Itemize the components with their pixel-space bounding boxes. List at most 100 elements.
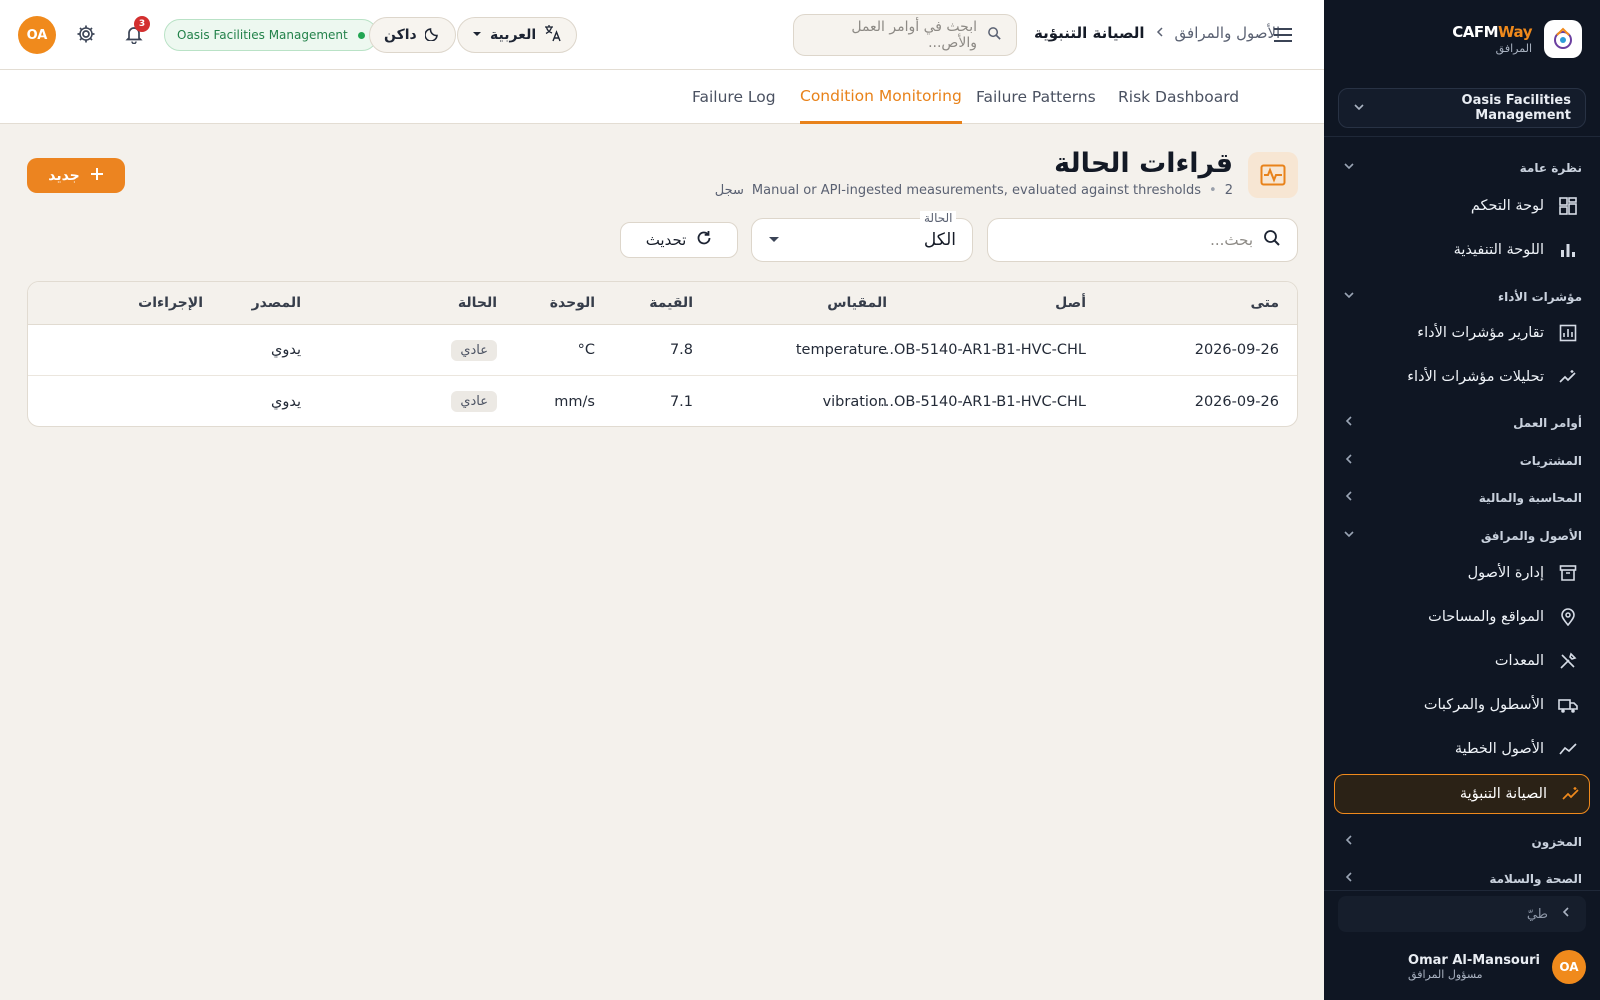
org-switcher[interactable]: Oasis Facilities Management [1338, 88, 1586, 128]
chevron-left-icon [1342, 415, 1356, 430]
collapse-label: طيّ [1526, 906, 1548, 922]
archive-box-icon [1558, 563, 1578, 583]
col-value[interactable]: القيمة [649, 282, 693, 324]
cell-unit: °C [577, 342, 595, 358]
section-overview[interactable]: نظرة عامة [1342, 160, 1582, 175]
sidebar-item-locations[interactable]: المواقع والمساحات [1338, 597, 1586, 637]
section-label: المخزون [1531, 834, 1582, 849]
brand-logo[interactable]: CAFMWay المرافق [1452, 20, 1582, 58]
chevron-down-icon [1342, 289, 1356, 304]
table-search-input[interactable]: بحث... [987, 218, 1298, 262]
notification-count-badge: 3 [134, 16, 150, 32]
section-label: المحاسبة والمالية [1478, 490, 1582, 505]
theme-toggle[interactable]: داكن [369, 17, 456, 53]
divider [1324, 136, 1600, 137]
sidebar-item-label: تحليلات مؤشرات الأداء [1407, 369, 1544, 385]
sidebar-item-label: المواقع والمساحات [1428, 609, 1544, 625]
table-row[interactable]: 2026-09-26 ...OB-5140-AR1-B1-HVC-CHL vib… [28, 376, 1297, 426]
section-procurement[interactable]: المشتريات [1342, 453, 1582, 468]
sidebar-item-dashboard[interactable]: لوحة التحكم [1338, 186, 1586, 226]
org-status-pill[interactable]: Oasis Facilities Management [164, 19, 378, 51]
cell-value: 7.8 [669, 342, 693, 358]
section-assets[interactable]: الأصول والمرافق [1342, 528, 1582, 543]
avatar[interactable]: OA [18, 16, 56, 54]
gear-icon[interactable] [72, 20, 100, 48]
translate-icon [544, 24, 562, 46]
sidebar-item-label: الصيانة التنبؤية [1459, 786, 1547, 802]
col-asset[interactable]: أصل [1055, 282, 1086, 324]
col-source[interactable]: المصدر [252, 282, 301, 324]
dashboard-icon [1558, 196, 1578, 216]
tools-icon [1558, 651, 1578, 671]
breadcrumb-parent[interactable]: الأصول والمرافق [1175, 24, 1281, 42]
cell-value: 7.1 [669, 393, 693, 410]
tab-condition-monitoring[interactable]: Condition Monitoring [800, 70, 962, 124]
cell-asset[interactable]: ...OB-5140-AR1-B1-HVC-CHL [880, 376, 1086, 426]
col-actions: الإجراءات [138, 295, 203, 311]
cell-unit: mm/s [554, 393, 595, 410]
cell-source: يدوي [271, 342, 301, 358]
refresh-button[interactable]: تحديث [620, 222, 738, 258]
divider [1324, 890, 1600, 891]
sidebar-item-executive[interactable]: اللوحة التنفيذية [1338, 230, 1586, 270]
readings-table: متى أصل المقياس القيمة الوحدة الحالة الم… [27, 281, 1298, 427]
sidebar-item-linear-assets[interactable]: الأصول الخطية [1338, 729, 1586, 769]
global-search-input[interactable]: ابحث في أوامر العمل والأص... [793, 14, 1017, 56]
chevron-left-icon [1560, 906, 1572, 922]
moon-icon [424, 25, 441, 45]
chevron-left-icon [1155, 26, 1165, 40]
sidebar-item-fleet[interactable]: الأسطول والمركبات [1338, 685, 1586, 725]
section-inventory[interactable]: المخزون [1342, 834, 1582, 849]
caret-down-icon [768, 230, 780, 250]
bullet-separator: • [1209, 183, 1217, 198]
sidebar-item-equipment[interactable]: المعدات [1338, 641, 1586, 681]
cell-asset[interactable]: ...OB-5140-AR1-B1-HVC-CHL [880, 325, 1086, 375]
tab-failure-log[interactable]: Failure Log [692, 70, 776, 124]
sidebar-item-predictive-maintenance[interactable]: الصيانة التنبؤية [1334, 774, 1590, 814]
caret-down-icon [472, 27, 482, 43]
section-label: أوامر العمل [1513, 415, 1582, 430]
sidebar-item-kpi-reports[interactable]: تقارير مؤشرات الأداء [1338, 313, 1586, 353]
section-label: نظرة عامة [1519, 160, 1582, 175]
section-work-orders[interactable]: أوامر العمل [1342, 415, 1582, 430]
section-finance[interactable]: المحاسبة والمالية [1342, 490, 1582, 505]
cell-source: يدوي [271, 393, 301, 410]
cell-metric: vibration [822, 393, 887, 410]
section-kpi[interactable]: مؤشرات الأداء [1342, 289, 1582, 304]
cell-metric: temperature [795, 342, 887, 358]
collapse-sidebar-button[interactable]: طيّ [1338, 896, 1586, 932]
section-label: الأصول والمرافق [1480, 528, 1582, 543]
breadcrumb: الأصول والمرافق الصيانة التنبؤية [1034, 24, 1280, 42]
sidebar-item-kpi-analytics[interactable]: تحليلات مؤشرات الأداء [1338, 357, 1586, 397]
sidebar-item-label: اللوحة التنفيذية [1453, 242, 1544, 258]
chevron-down-icon [1353, 101, 1365, 116]
map-pin-icon [1558, 607, 1578, 627]
sidebar-item-label: لوحة التحكم [1470, 198, 1544, 214]
language-select[interactable]: العربية [457, 17, 578, 53]
tab-failure-patterns[interactable]: Failure Patterns [976, 70, 1096, 124]
col-status[interactable]: الحالة [458, 282, 497, 324]
status-badge: عادي [451, 391, 497, 412]
cell-when: 2026-09-26 [1194, 342, 1279, 358]
hamburger-menu-icon[interactable] [1270, 22, 1296, 48]
tab-risk-dashboard[interactable]: Risk Dashboard [1118, 70, 1239, 124]
avatar: OA [1552, 950, 1586, 984]
chevron-left-icon [1342, 834, 1356, 849]
table-row[interactable]: 2026-09-26 ...OB-5140-AR1-B1-HVC-CHL tem… [28, 325, 1297, 376]
col-when[interactable]: متى [1250, 282, 1279, 324]
section-hse[interactable]: الصحة والسلامة [1342, 871, 1582, 886]
user-name: Omar Al-Mansouri [1408, 953, 1540, 968]
trend-sparkle-icon [1558, 367, 1578, 387]
monitoring-icon [1248, 152, 1298, 198]
col-unit[interactable]: الوحدة [550, 282, 595, 324]
new-reading-button[interactable]: جديد [27, 158, 125, 193]
brand-name: CAFMWay [1452, 23, 1532, 41]
user-profile[interactable]: OA Omar Al-Mansouri مسؤول المرافق [1408, 950, 1586, 984]
col-metric[interactable]: المقياس [827, 282, 887, 324]
sidebar-item-label: إدارة الأصول [1467, 565, 1544, 581]
sidebar-item-asset-management[interactable]: إدارة الأصول [1338, 553, 1586, 593]
search-icon [987, 26, 1002, 45]
refresh-icon [696, 230, 712, 250]
chevron-down-icon [1342, 160, 1356, 175]
bell-icon[interactable]: 3 [120, 16, 150, 48]
